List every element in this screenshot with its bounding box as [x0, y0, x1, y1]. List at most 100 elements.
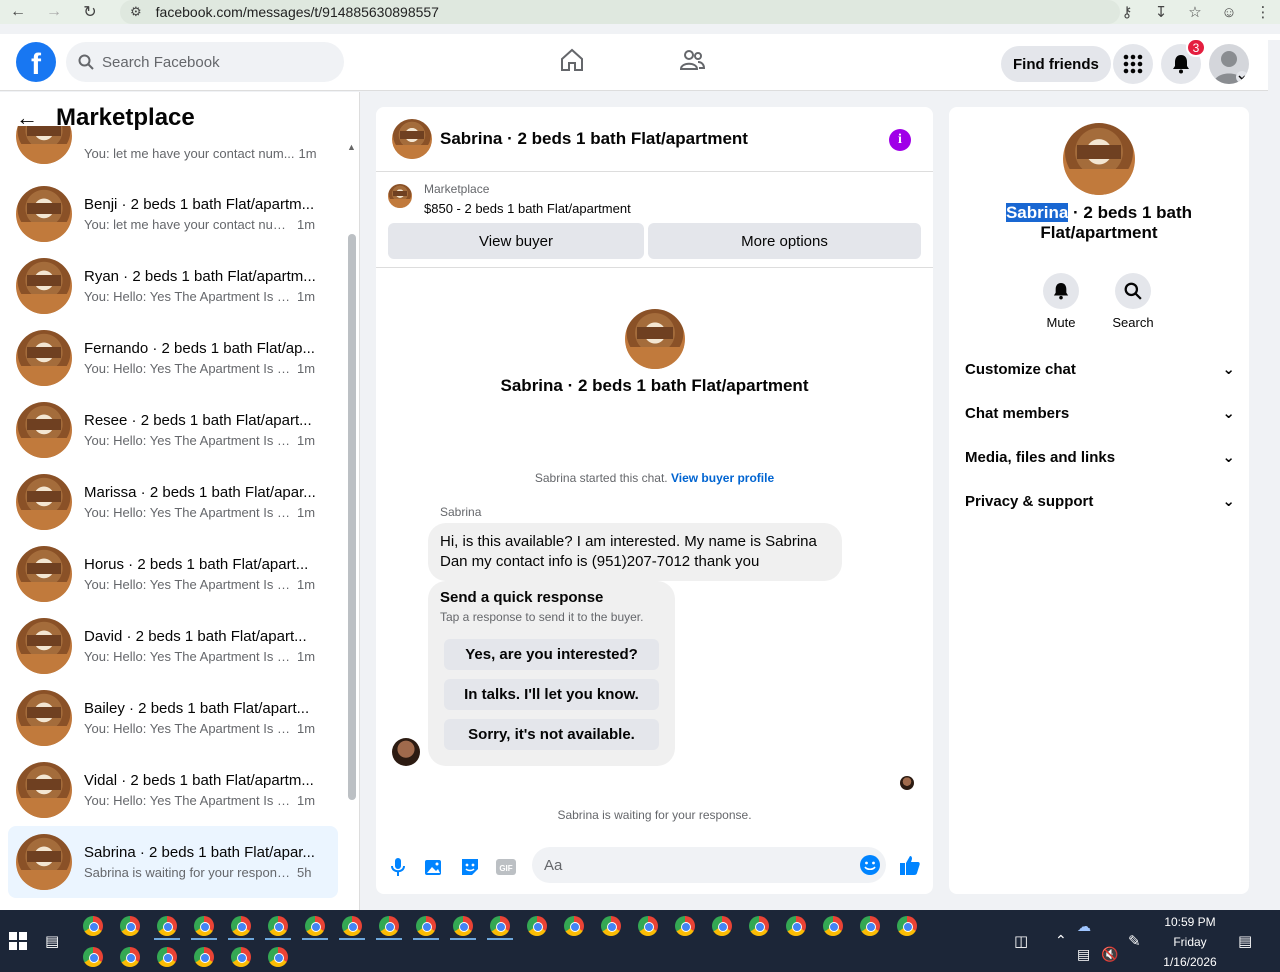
notification-center-icon[interactable]: ▤ — [1238, 932, 1252, 950]
pen-icon[interactable]: ✎ — [1128, 932, 1141, 950]
taskbar-app-icon[interactable] — [231, 916, 251, 936]
taskbar-app-icon[interactable] — [564, 916, 584, 936]
photo-icon[interactable] — [422, 855, 446, 879]
taskbar-app-icon[interactable] — [749, 916, 769, 936]
taskbar-app-icon[interactable] — [194, 947, 214, 967]
site-info-icon[interactable]: ⚙ — [130, 4, 142, 20]
conversation-item[interactable]: Resee · 2 beds 1 bath Flat/apart... You: … — [8, 394, 338, 466]
taskbar-app-icon[interactable] — [379, 916, 399, 936]
conversation-item[interactable]: Vidal · 2 beds 1 bath Flat/apartm... You:… — [8, 754, 338, 826]
taskbar-app-icon[interactable] — [527, 916, 547, 936]
taskbar-app-icon[interactable] — [157, 947, 177, 967]
reload-icon[interactable]: ↻ — [72, 0, 108, 24]
sidebar-scrollbar[interactable]: ▲ — [346, 142, 358, 902]
sticker-icon[interactable] — [458, 855, 482, 879]
emoji-icon[interactable] — [858, 853, 882, 877]
taskbar-app-icon[interactable] — [712, 916, 732, 936]
partial-conversation-item[interactable]: You: let me have your contact num... 1m — [8, 126, 338, 164]
taskbar-app-icon[interactable] — [120, 916, 140, 936]
section-label: Customize chat — [965, 360, 1076, 378]
taskbar-app-icon[interactable] — [342, 916, 362, 936]
task-view-icon[interactable]: ▤ — [45, 932, 63, 950]
message-input[interactable] — [532, 847, 886, 883]
media-files-links-section[interactable]: Media, files and links ⌄ — [965, 437, 1235, 477]
bookmark-star-icon[interactable]: ☆ — [1178, 3, 1212, 21]
forward-arrow-icon[interactable]: → — [36, 0, 72, 24]
friends-icon[interactable] — [678, 46, 706, 79]
svg-text:GIF: GIF — [499, 864, 512, 873]
conversation-snippet: You: Hello: Yes The Apartment Is St... — [84, 649, 294, 664]
taskbar-app-icon[interactable] — [120, 947, 140, 967]
scrollbar-thumb[interactable] — [348, 234, 356, 800]
account-avatar[interactable] — [1209, 44, 1249, 84]
news-widget-icon[interactable]: ◫ — [1014, 932, 1028, 950]
menu-grid-icon[interactable] — [1113, 44, 1153, 84]
page-scrollbar[interactable] — [1268, 40, 1280, 908]
sender-avatar[interactable] — [392, 738, 420, 766]
home-icon[interactable] — [558, 46, 586, 79]
taskbar-app-icon[interactable] — [305, 916, 325, 936]
taskbar-app-icon[interactable] — [453, 916, 473, 936]
taskbar-app-icon[interactable] — [268, 916, 288, 936]
key-icon[interactable]: ⚷ — [1110, 3, 1144, 21]
taskbar-app-icon[interactable] — [416, 916, 436, 936]
address-bar[interactable]: ⚙ facebook.com/messages/t/91488563089855… — [120, 0, 1120, 24]
conversation-item[interactable]: Fernando · 2 beds 1 bath Flat/ap... You: … — [8, 322, 338, 394]
microphone-icon[interactable] — [386, 855, 410, 879]
listing-thumbnail[interactable] — [392, 119, 432, 159]
network-icon[interactable]: ▤ — [1077, 946, 1090, 963]
scroll-up-icon[interactable]: ▲ — [347, 142, 356, 152]
taskbar-app-icon[interactable] — [638, 916, 658, 936]
volume-muted-icon[interactable]: 🔇 — [1101, 946, 1118, 963]
listing-price[interactable]: $850 - 2 beds 1 bath Flat/apartment — [424, 201, 631, 216]
taskbar-active-indicator — [191, 938, 217, 940]
mute-button[interactable]: Mute — [1031, 273, 1091, 330]
taskbar-app-icon[interactable] — [231, 947, 251, 967]
taskbar-app-icon[interactable] — [823, 916, 843, 936]
taskbar-clock[interactable]: 10:59 PM Friday 1/16/2026 — [1160, 912, 1220, 972]
quick-response-button[interactable]: In talks. I'll let you know. — [444, 679, 659, 710]
customize-chat-section[interactable]: Customize chat ⌄ — [965, 349, 1235, 389]
taskbar-app-icon[interactable] — [675, 916, 695, 936]
taskbar-app-icon[interactable] — [786, 916, 806, 936]
windows-start-icon[interactable] — [9, 932, 27, 950]
search-in-chat-button[interactable]: Search — [1103, 273, 1163, 330]
taskbar-app-icon[interactable] — [490, 916, 510, 936]
back-arrow-icon[interactable]: ← — [0, 0, 36, 24]
gif-icon[interactable]: GIF — [494, 855, 518, 879]
privacy-support-section[interactable]: Privacy & support ⌄ — [965, 481, 1235, 521]
conversation-item[interactable]: Sabrina · 2 beds 1 bath Flat/apar... Sabr… — [8, 826, 338, 898]
facebook-logo-icon[interactable]: f — [16, 42, 56, 82]
listing-thumbnail — [16, 690, 72, 746]
taskbar-app-icon[interactable] — [83, 947, 103, 967]
more-options-button[interactable]: More options — [648, 223, 921, 259]
view-buyer-profile-link[interactable]: View buyer profile — [671, 471, 774, 485]
find-friends-button[interactable]: Find friends — [1001, 46, 1111, 82]
conversation-item[interactable]: Bailey · 2 beds 1 bath Flat/apart... You:… — [8, 682, 338, 754]
taskbar-app-icon[interactable] — [268, 947, 288, 967]
browser-menu-icon[interactable]: ⋮ — [1246, 3, 1280, 21]
search-input[interactable]: Search Facebook — [66, 42, 344, 82]
chat-members-section[interactable]: Chat members ⌄ — [965, 393, 1235, 433]
chat-title[interactable]: Sabrina · 2 beds 1 bath Flat/apartment — [440, 129, 748, 149]
info-icon[interactable]: i — [889, 129, 911, 151]
conversation-item[interactable]: David · 2 beds 1 bath Flat/apart... You: … — [8, 610, 338, 682]
conversation-item[interactable]: Horus · 2 beds 1 bath Flat/apart... You: … — [8, 538, 338, 610]
taskbar-app-icon[interactable] — [860, 916, 880, 936]
taskbar-app-icon[interactable] — [194, 916, 214, 936]
onedrive-icon[interactable]: ☁ — [1077, 918, 1091, 935]
taskbar-app-icon[interactable] — [601, 916, 621, 936]
conversation-item[interactable]: Ryan · 2 beds 1 bath Flat/apartm... You: … — [8, 250, 338, 322]
tray-chevron-icon[interactable]: ⌃ — [1055, 932, 1067, 949]
taskbar-app-icon[interactable] — [83, 916, 103, 936]
taskbar-app-icon[interactable] — [897, 916, 917, 936]
taskbar-app-icon[interactable] — [157, 916, 177, 936]
view-buyer-button[interactable]: View buyer — [388, 223, 644, 259]
quick-response-button[interactable]: Sorry, it's not available. — [444, 719, 659, 750]
install-icon[interactable]: ↧ — [1144, 3, 1178, 21]
thumbs-up-icon[interactable] — [898, 853, 922, 877]
conversation-item[interactable]: Marissa · 2 beds 1 bath Flat/apar... You:… — [8, 466, 338, 538]
conversation-item[interactable]: Benji · 2 beds 1 bath Flat/apartm... You:… — [8, 178, 338, 250]
quick-response-button[interactable]: Yes, are you interested? — [444, 639, 659, 670]
profile-icon[interactable]: ☺ — [1212, 4, 1246, 21]
